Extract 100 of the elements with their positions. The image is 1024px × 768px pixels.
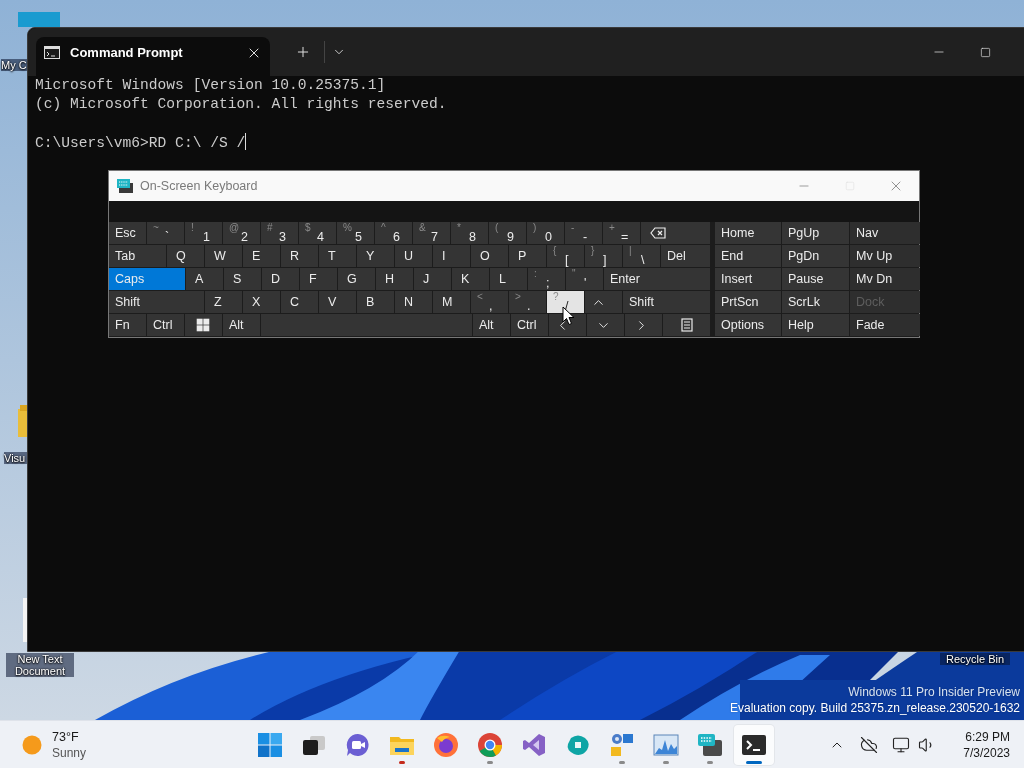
keyboard-key[interactable]: Caps [109,268,185,290]
keyboard-key[interactable]: ScrLk [782,291,849,313]
browser-icon [477,731,503,758]
desktop-icon-label[interactable]: Recycle Bin [940,653,1010,665]
desktop-icon-label[interactable]: Visu [4,452,27,464]
console-line: Microsoft Windows [Version 10.0.25375.1] [35,76,387,95]
keyboard-key[interactable]: Options [715,314,781,336]
keyboard-key[interactable]: - - [565,222,602,244]
terminal-tab[interactable]: Command Prompt [36,37,270,76]
keyboard-key[interactable]: Esc [109,222,146,244]
watermark-text: Evaluation copy. Build 25375.zn_release.230520-1632 [730,700,1020,716]
keyboard-key[interactable]: D [262,268,299,290]
keyboard-key[interactable]: Alt [223,314,260,336]
keyboard-key[interactable]: K [452,268,489,290]
keyboard-key[interactable]: Help [782,314,849,336]
console-line: (c) Microsoft Corporation. All rights reserved. [35,95,448,114]
keyboard-key[interactable]: # 3 [261,222,298,244]
network-icon[interactable] [892,735,911,754]
keyboard-key[interactable]: Insert [715,268,781,290]
keyboard-key[interactable]: Mv Up [850,245,920,267]
keyboard-key[interactable]: R [281,245,318,267]
keyboard-key[interactable]: ? / [547,291,584,313]
desktop-icon-label[interactable]: New Text Document [6,653,74,677]
keyboard-key[interactable]: Z [205,291,242,313]
keyboard-key[interactable]: Shift [109,291,204,313]
keyboard-key[interactable]: J [414,268,451,290]
keyboard-key[interactable]: $ 4 [299,222,336,244]
control-panel-icon [609,731,635,758]
keyboard-key[interactable]: U [395,245,432,267]
keyboard-key[interactable]: ^ 6 [375,222,412,244]
keyboard-key[interactable]: * 8 [451,222,488,244]
keyboard-key[interactable]: @ 2 [223,222,260,244]
keyboard-key[interactable]: G [338,268,375,290]
keyboard-key[interactable]: N [395,291,432,313]
keyboard-key[interactable]: Alt [473,314,510,336]
keyboard-key[interactable]: P [509,245,546,267]
keyboard-key[interactable]: " ' [566,268,603,290]
keyboard-key[interactable]: + = [603,222,640,244]
keyboard-key[interactable]: PgDn [782,245,849,267]
keyboard-key[interactable]: } ] [585,245,622,267]
weather-condition[interactable]: Sunny [52,744,87,761]
console-line: C:\Users\vm6>RD C:\ /S / [35,135,246,151]
keyboard-key[interactable]: & 7 [413,222,450,244]
keyboard-key[interactable]: B [357,291,394,313]
keyboard-key[interactable]: < , [471,291,508,313]
keyboard-key[interactable]: Fade [850,314,920,336]
windows-logo-icon [257,731,283,758]
keyboard-key[interactable]: L [490,268,527,290]
keyboard-key[interactable]: ( 9 [489,222,526,244]
watermark-text: Windows 11 Pro Insider Preview [848,684,1020,700]
console-icon [44,46,60,59]
keyboard-key[interactable]: C [281,291,318,313]
keyboard-window-icon [697,731,723,758]
keyboard-key[interactable] [185,314,222,336]
maximize-icon[interactable] [979,46,991,58]
clock-date[interactable]: 7/3/2023 [963,744,1010,761]
keyboard-key[interactable]: PgUp [782,222,849,244]
keyboard-key[interactable]: Home [715,222,781,244]
new-tab-icon[interactable] [295,44,311,60]
keyboard-key[interactable]: F [300,268,337,290]
taskbar-button[interactable] [734,724,774,765]
infinity-logo-icon [521,731,547,758]
clock-time[interactable]: 6:29 PM [965,728,1010,745]
keyboard-key[interactable]: Shift [623,291,710,313]
keyboard-key[interactable]: ~ ` [147,222,184,244]
keyboard-key[interactable]: > . [509,291,546,313]
windows-logo-icon [196,318,210,332]
keyboard-key[interactable]: ) 0 [527,222,564,244]
keyboard-key[interactable]: % 5 [337,222,374,244]
keyboard-key[interactable]: Mv Dn [850,268,920,290]
keyboard-key[interactable]: M [433,291,470,313]
keyboard-key[interactable]: Y [357,245,394,267]
keyboard-key[interactable]: ! 1 [185,222,222,244]
keyboard-key[interactable]: T [319,245,356,267]
keyboard-key[interactable]: Q [167,245,204,267]
keyboard-key[interactable]: Del [661,245,710,267]
keyboard-key[interactable]: Tab [109,245,166,267]
cloud-off-icon[interactable] [860,735,879,754]
keyboard-key[interactable]: Ctrl [511,314,548,336]
keyboard-key[interactable]: Ctrl [147,314,184,336]
keyboard-key[interactable]: PrtScn [715,291,781,313]
keyboard-key[interactable]: S [224,268,261,290]
keyboard-key[interactable]: H [376,268,413,290]
temperature[interactable]: 73°F [52,728,87,745]
keyboard-key[interactable]: End [715,245,781,267]
keyboard-key[interactable]: W [205,245,242,267]
keyboard-key[interactable]: { [ [547,245,584,267]
keyboard-key[interactable]: | \ [623,245,660,267]
keyboard-key[interactable]: Pause [782,268,849,290]
keyboard-key[interactable]: O [471,245,508,267]
keyboard-key[interactable]: V [319,291,356,313]
keyboard-key[interactable]: I [433,245,470,267]
keyboard-key[interactable]: E [243,245,280,267]
keyboard-key[interactable]: A [186,268,223,290]
keyboard-key[interactable]: Nav [850,222,920,244]
keyboard-key[interactable]: : ; [528,268,565,290]
keyboard-key[interactable]: X [243,291,280,313]
keyboard-key[interactable]: Fn [109,314,146,336]
keyboard-key[interactable]: Enter [604,268,710,290]
window-title: On-Screen Keyboard [140,179,259,193]
